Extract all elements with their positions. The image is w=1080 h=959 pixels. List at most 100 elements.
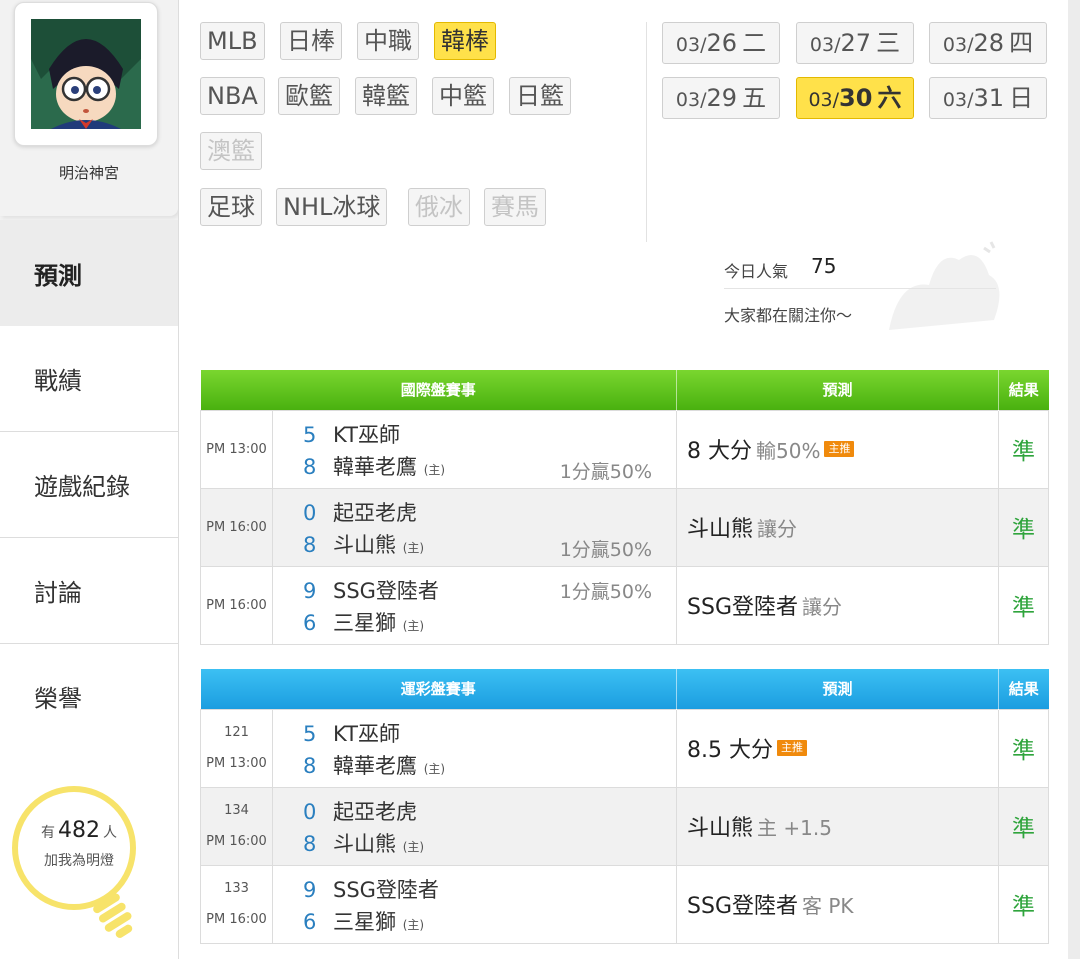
sport-tag-nba[interactable]: NBA: [200, 77, 265, 115]
table-row[interactable]: 121 PM 13:00 5 KT巫師 8 韓華老鷹 (主) 8.5 大分 主推 準: [200, 708, 1050, 788]
nav-label: 遊戲紀錄: [34, 473, 130, 501]
sport-tag-horse-racing: 賽馬: [484, 188, 546, 226]
prediction: 8.5 大分 主推: [676, 708, 1000, 788]
home-team-name: 三星獅: [333, 909, 396, 934]
result: 準: [998, 864, 1050, 944]
sport-tag-npb[interactable]: 日棒: [280, 22, 342, 60]
sidebar: 明治神宮 預測 戰績 遊戲紀錄 討論 榮譽 有 482 人 加我為明燈: [0, 0, 178, 959]
handicap-odds: 1分贏50%: [559, 460, 653, 483]
avatar-card[interactable]: [14, 2, 158, 146]
sport-tag-soccer[interactable]: 足球: [200, 188, 262, 226]
home-score: 8: [303, 753, 317, 778]
column-header-prediction: 預測: [676, 669, 1000, 709]
home-team-name: 韓華老鷹: [333, 753, 417, 778]
away-team-name: KT巫師: [333, 422, 400, 447]
divider: [646, 22, 647, 242]
home-team-name: 斗山熊: [333, 532, 396, 557]
game-number-time: 121 PM 13:00: [200, 708, 273, 788]
away-team-name: 起亞老虎: [333, 500, 417, 525]
sport-tag-cpbl[interactable]: 中職: [357, 22, 419, 60]
nav-item-predict[interactable]: 預測: [0, 220, 178, 326]
popularity-message: 大家都在關注你～: [724, 306, 853, 325]
date-tab-0331[interactable]: 03/31 日: [929, 77, 1047, 119]
game-time: PM 16:00: [206, 912, 267, 927]
away-team: 9 SSG登陸者: [303, 874, 439, 904]
prediction-pick: 斗山熊: [687, 816, 754, 841]
avatar[interactable]: [31, 19, 141, 129]
sport-tag-jbl[interactable]: 日籃: [509, 77, 571, 115]
decoration-icon: [889, 241, 1000, 330]
game-time: PM 13:00: [206, 756, 267, 771]
prediction: 斗山熊主 +1.5: [676, 786, 1000, 866]
nav-item-honor[interactable]: 榮譽: [0, 644, 178, 750]
home-score: 8: [303, 454, 317, 479]
date-tab-0329[interactable]: 03/29 五: [662, 77, 780, 119]
nav-item-game-history[interactable]: 遊戲紀錄: [0, 432, 178, 538]
nav-label: 預測: [34, 261, 82, 290]
away-score: 0: [303, 500, 317, 525]
home-team: 8 斗山熊 (主): [303, 529, 424, 559]
date-tab-0327[interactable]: 03/27 三: [796, 22, 914, 64]
popularity-value: 75: [811, 254, 837, 278]
home-tag: (主): [423, 462, 446, 477]
table-row[interactable]: PM 16:00 0 起亞老虎 8 斗山熊 (主) 1分贏50% 斗山熊 讓分 準: [200, 487, 1050, 567]
sport-tag-kbo[interactable]: 韓棒: [434, 22, 496, 60]
sport-tag-mlb[interactable]: MLB: [200, 22, 265, 60]
date-tab-0330[interactable]: 03/30 六: [796, 77, 914, 119]
away-score: 0: [303, 799, 317, 824]
column-header-match: 運彩盤賽事: [200, 669, 678, 709]
international-odds-table: 國際盤賽事 預測 結果 PM 13:00 5 KT巫師 8 韓華老鷹 (主) 1分贏…: [200, 370, 1050, 645]
date-tab-0326[interactable]: 03/26 二: [662, 22, 780, 64]
result: 準: [998, 565, 1050, 645]
home-team: 6 三星獅 (主): [303, 607, 424, 637]
table-row[interactable]: 133 PM 16:00 9 SSG登陸者 6 三星獅 (主) SSG登陸者客 PK …: [200, 864, 1050, 944]
sport-tag-nhl[interactable]: NHL冰球: [276, 188, 388, 226]
column-header-prediction: 預測: [676, 370, 1000, 410]
prediction-detail: 讓分: [802, 595, 842, 619]
table-row[interactable]: PM 16:00 9 SSG登陸者 6 三星獅 (主) 1分贏50% SSG登陸者讓…: [200, 565, 1050, 645]
home-team: 8 斗山熊 (主): [303, 828, 424, 858]
prediction: SSG登陸者客 PK: [676, 864, 1000, 944]
game-time: PM 16:00: [206, 834, 267, 849]
nav-item-record[interactable]: 戰績: [0, 326, 178, 432]
home-score: 6: [303, 610, 317, 635]
column-header-match: 國際盤賽事: [200, 370, 678, 410]
profile-block: 明治神宮: [0, 0, 178, 216]
home-team: 8 韓華老鷹 (主): [303, 750, 445, 780]
prediction-pick: 8 大分: [687, 439, 753, 464]
username[interactable]: 明治神宮: [0, 162, 178, 183]
nav-label: 榮譽: [34, 685, 82, 713]
matchup: 9 SSG登陸者 6 三星獅 (主): [271, 864, 678, 944]
sport-tag-euro-basketball[interactable]: 歐籃: [278, 77, 340, 115]
table-row[interactable]: PM 13:00 5 KT巫師 8 韓華老鷹 (主) 1分贏50% 8 大分 輸50%…: [200, 409, 1050, 489]
away-team-name: SSG登陸者: [333, 578, 439, 603]
matchup: 9 SSG登陸者 6 三星獅 (主) 1分贏50%: [271, 565, 678, 645]
follow-me-text: 加我為明燈: [44, 853, 114, 869]
away-team: 0 起亞老虎: [303, 497, 417, 527]
home-tag: (主): [423, 761, 446, 776]
away-team: 0 起亞老虎: [303, 796, 417, 826]
prediction: 斗山熊 讓分: [676, 487, 1000, 567]
date-tab-0328[interactable]: 03/28 四: [929, 22, 1047, 64]
result: 準: [998, 409, 1050, 489]
sport-tag-sbl[interactable]: 中籃: [432, 77, 494, 115]
table-row[interactable]: 134 PM 16:00 0 起亞老虎 8 斗山熊 (主) 斗山熊主 +1.5 準: [200, 786, 1050, 866]
game-number: 133: [224, 881, 249, 896]
follow-light-widget[interactable]: 有 482 人 加我為明燈: [0, 748, 178, 959]
home-tag: (主): [402, 839, 425, 854]
nav-label: 討論: [34, 579, 82, 607]
sport-tag-kbl[interactable]: 韓籃: [355, 77, 417, 115]
follower-count: 482: [58, 818, 100, 843]
nav-item-discussion[interactable]: 討論: [0, 538, 178, 644]
sport-tag-khl: 俄冰: [408, 188, 470, 226]
away-team: 9 SSG登陸者: [303, 575, 439, 605]
game-time: PM 13:00: [200, 409, 273, 489]
away-team: 5 KT巫師: [303, 419, 400, 449]
prediction: SSG登陸者 讓分: [676, 565, 1000, 645]
game-number-time: 134 PM 16:00: [200, 786, 273, 866]
avatar-image: [31, 19, 141, 129]
handicap-odds: 1分贏50%: [559, 538, 653, 561]
follower-count-line: 有 482 人: [41, 818, 117, 843]
home-team: 8 韓華老鷹 (主): [303, 451, 445, 481]
prediction-pick: 8.5 大分: [687, 738, 773, 763]
